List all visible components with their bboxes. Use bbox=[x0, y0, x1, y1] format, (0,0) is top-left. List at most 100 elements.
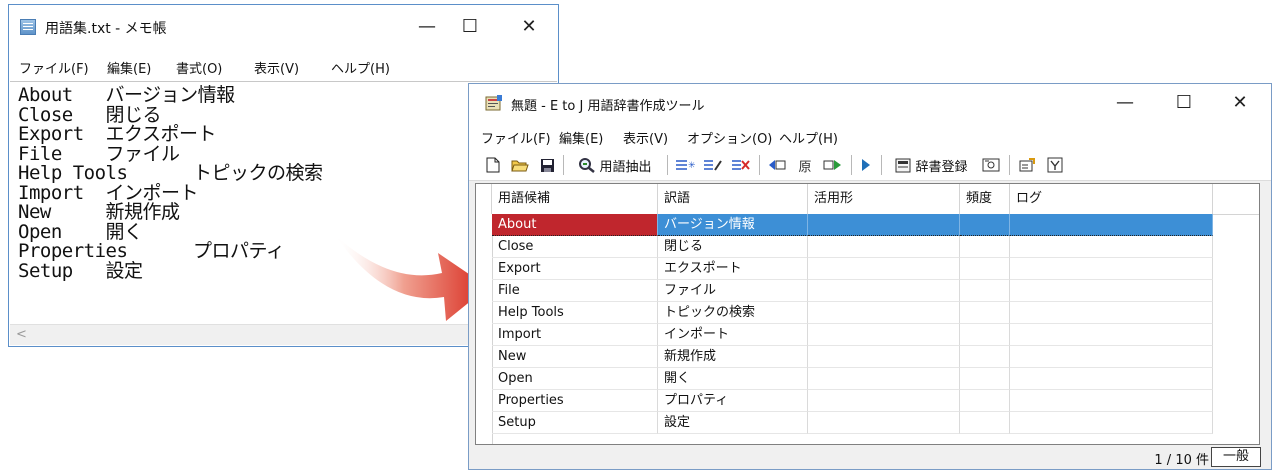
translation-cell[interactable]: インポート bbox=[658, 324, 808, 346]
menu-edit[interactable]: 編集(E) bbox=[559, 128, 603, 147]
table-row[interactable]: Properties プロパティ bbox=[476, 390, 1259, 412]
table-row[interactable]: File ファイル bbox=[476, 280, 1259, 302]
list-star-icon[interactable]: ✳ bbox=[673, 154, 697, 176]
log-cell[interactable] bbox=[1010, 324, 1213, 346]
scroll-left-icon[interactable]: < bbox=[16, 327, 27, 342]
inflection-cell[interactable] bbox=[808, 412, 960, 434]
properties-icon[interactable] bbox=[1015, 154, 1039, 176]
menu-help[interactable]: ヘルプ(H) bbox=[779, 128, 838, 147]
move-right-icon[interactable] bbox=[821, 154, 845, 176]
column-header-translation[interactable]: 訳語 bbox=[658, 184, 808, 214]
inflection-cell[interactable] bbox=[808, 280, 960, 302]
inflection-cell[interactable] bbox=[808, 390, 960, 412]
log-cell[interactable] bbox=[1010, 258, 1213, 280]
frequency-cell[interactable] bbox=[960, 390, 1010, 412]
table-row[interactable]: About バージョン情報 bbox=[476, 214, 1259, 236]
term-cell[interactable]: Help Tools bbox=[492, 302, 658, 324]
column-header-inflection[interactable]: 活用形 bbox=[808, 184, 960, 214]
column-header-frequency[interactable]: 頻度 bbox=[960, 184, 1010, 214]
table-row[interactable]: New 新規作成 bbox=[476, 346, 1259, 368]
term-cell[interactable]: Import bbox=[492, 324, 658, 346]
register-dictionary-button[interactable]: 辞書登録 bbox=[887, 154, 975, 176]
table-row[interactable]: Close 閉じる bbox=[476, 236, 1259, 258]
log-cell[interactable] bbox=[1010, 412, 1213, 434]
list-edit-icon[interactable] bbox=[701, 154, 725, 176]
term-cell[interactable]: Open bbox=[492, 368, 658, 390]
frequency-cell[interactable] bbox=[960, 412, 1010, 434]
frequency-cell[interactable] bbox=[960, 236, 1010, 258]
log-cell[interactable] bbox=[1010, 214, 1213, 236]
minimize-button[interactable]: — bbox=[1102, 88, 1148, 118]
log-cell[interactable] bbox=[1010, 236, 1213, 258]
close-button[interactable]: ✕ bbox=[506, 12, 552, 42]
translation-cell[interactable]: 閉じる bbox=[658, 236, 808, 258]
tool-titlebar[interactable]: 無題 - E to J 用語辞書作成ツール — ☐ ✕ bbox=[469, 84, 1271, 122]
table-row[interactable]: Help Tools トピックの検索 bbox=[476, 302, 1259, 324]
close-button[interactable]: ✕ bbox=[1217, 88, 1263, 118]
term-cell[interactable]: File bbox=[492, 280, 658, 302]
log-cell[interactable] bbox=[1010, 280, 1213, 302]
frequency-cell[interactable] bbox=[960, 280, 1010, 302]
table-row[interactable]: Export エクスポート bbox=[476, 258, 1259, 280]
frequency-cell[interactable] bbox=[960, 302, 1010, 324]
translation-cell[interactable]: トピックの検索 bbox=[658, 302, 808, 324]
menu-file[interactable]: ファイル(F) bbox=[481, 128, 551, 147]
column-header-log[interactable]: ログ bbox=[1010, 184, 1213, 214]
translation-cell[interactable]: 設定 bbox=[658, 412, 808, 434]
table-row[interactable]: Open 開く bbox=[476, 368, 1259, 390]
new-file-icon[interactable] bbox=[483, 154, 503, 176]
minimize-button[interactable]: — bbox=[404, 12, 450, 42]
column-header-term[interactable]: 用語候補 bbox=[492, 184, 658, 214]
frequency-cell[interactable] bbox=[960, 368, 1010, 390]
frequency-cell[interactable] bbox=[960, 258, 1010, 280]
maximize-button[interactable]: ☐ bbox=[447, 12, 493, 42]
frequency-cell[interactable] bbox=[960, 346, 1010, 368]
translation-cell[interactable]: 新規作成 bbox=[658, 346, 808, 368]
term-cell[interactable]: About bbox=[492, 214, 658, 236]
extract-terms-button[interactable]: 用語抽出 bbox=[569, 154, 661, 176]
table-row[interactable]: Import インポート bbox=[476, 324, 1259, 346]
frequency-cell[interactable] bbox=[960, 324, 1010, 346]
inflection-cell[interactable] bbox=[808, 346, 960, 368]
translation-cell[interactable]: プロパティ bbox=[658, 390, 808, 412]
open-folder-icon[interactable] bbox=[509, 154, 531, 176]
log-cell[interactable] bbox=[1010, 346, 1213, 368]
inflection-cell[interactable] bbox=[808, 236, 960, 258]
menu-file[interactable]: ファイル(F) bbox=[19, 58, 89, 77]
frequency-cell[interactable] bbox=[960, 214, 1010, 236]
dictionary-view-icon[interactable] bbox=[979, 154, 1003, 176]
menu-format[interactable]: 書式(O) bbox=[176, 58, 222, 77]
notepad-titlebar[interactable]: 用語集.txt - メモ帳 — ☐ ✕ bbox=[9, 5, 558, 51]
translation-cell[interactable]: ファイル bbox=[658, 280, 808, 302]
log-cell[interactable] bbox=[1010, 390, 1213, 412]
inflection-cell[interactable] bbox=[808, 214, 960, 236]
translation-cell[interactable]: バージョン情報 bbox=[658, 214, 808, 236]
term-cell[interactable]: Close bbox=[492, 236, 658, 258]
term-cell[interactable]: Properties bbox=[492, 390, 658, 412]
original-text-icon[interactable]: 原 bbox=[793, 154, 817, 176]
inflection-cell[interactable] bbox=[808, 302, 960, 324]
term-cell[interactable]: Export bbox=[492, 258, 658, 280]
menu-view[interactable]: 表示(V) bbox=[623, 128, 668, 147]
log-cell[interactable] bbox=[1010, 368, 1213, 390]
term-cell[interactable]: Setup bbox=[492, 412, 658, 434]
inflection-cell[interactable] bbox=[808, 258, 960, 280]
term-grid[interactable]: 用語候補 訳語 活用形 頻度 ログ About バージョン情報 Close 閉じ… bbox=[475, 183, 1260, 445]
table-row[interactable]: Setup 設定 bbox=[476, 412, 1259, 434]
menu-help[interactable]: ヘルプ(H) bbox=[331, 58, 390, 77]
menu-options[interactable]: オプション(O) bbox=[687, 128, 772, 147]
translation-cell[interactable]: 開く bbox=[658, 368, 808, 390]
filter-icon[interactable] bbox=[1043, 154, 1067, 176]
inflection-cell[interactable] bbox=[808, 324, 960, 346]
save-icon[interactable] bbox=[537, 154, 557, 176]
translation-cell[interactable]: エクスポート bbox=[658, 258, 808, 280]
inflection-cell[interactable] bbox=[808, 368, 960, 390]
play-icon[interactable] bbox=[855, 154, 877, 176]
term-cell[interactable]: New bbox=[492, 346, 658, 368]
menu-view[interactable]: 表示(V) bbox=[254, 58, 299, 77]
log-cell[interactable] bbox=[1010, 302, 1213, 324]
maximize-button[interactable]: ☐ bbox=[1161, 88, 1207, 118]
move-left-icon[interactable] bbox=[765, 154, 789, 176]
dictionary-mode-box[interactable]: 一般 bbox=[1211, 447, 1261, 467]
list-delete-icon[interactable] bbox=[729, 154, 753, 176]
